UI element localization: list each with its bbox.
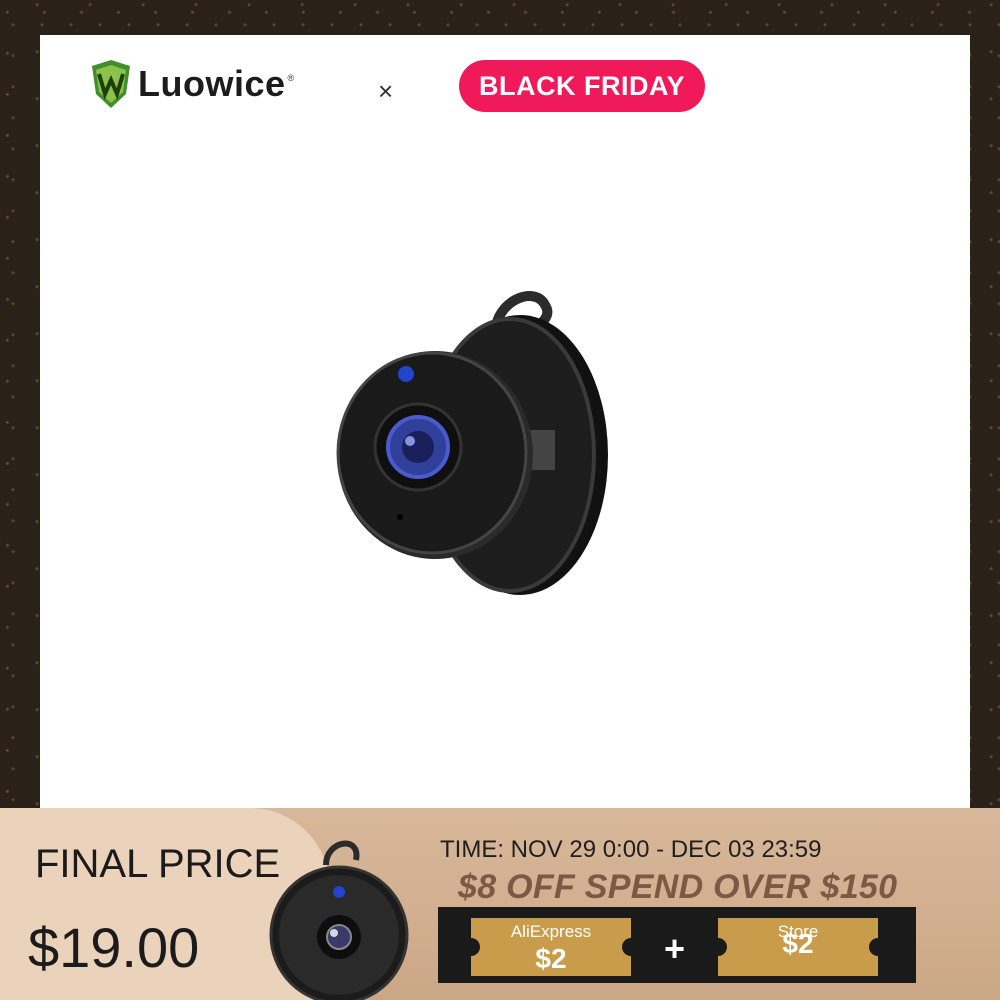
promo-time: TIME: NOV 29 0:00 - DEC 03 23:59 bbox=[440, 836, 822, 863]
coupon-value: $2 bbox=[782, 928, 814, 959]
promo-headline: $8 OFF SPEND OVER $150 bbox=[458, 868, 898, 906]
camera-product-image bbox=[336, 291, 608, 595]
final-price-value: $19.00 bbox=[28, 916, 200, 979]
registered-mark: ® bbox=[287, 73, 295, 83]
shield-logo-icon bbox=[92, 60, 130, 108]
coupon-value: $2 bbox=[535, 943, 567, 974]
brand-logo: Luowice ® bbox=[90, 60, 294, 108]
plus-icon: + bbox=[664, 928, 686, 969]
black-friday-badge: BLACK FRIDAY bbox=[459, 60, 705, 112]
collab-separator: × bbox=[378, 76, 394, 106]
aliexpress-coupon[interactable]: AliExpress $2 bbox=[462, 918, 640, 976]
brand-name: Luowice bbox=[138, 63, 286, 104]
camera-thumbnail-icon bbox=[269, 840, 409, 1000]
final-price-label: FINAL PRICE bbox=[35, 842, 281, 886]
store-coupon[interactable]: Store $2 bbox=[709, 918, 887, 976]
coupon-title: AliExpress bbox=[510, 922, 592, 941]
